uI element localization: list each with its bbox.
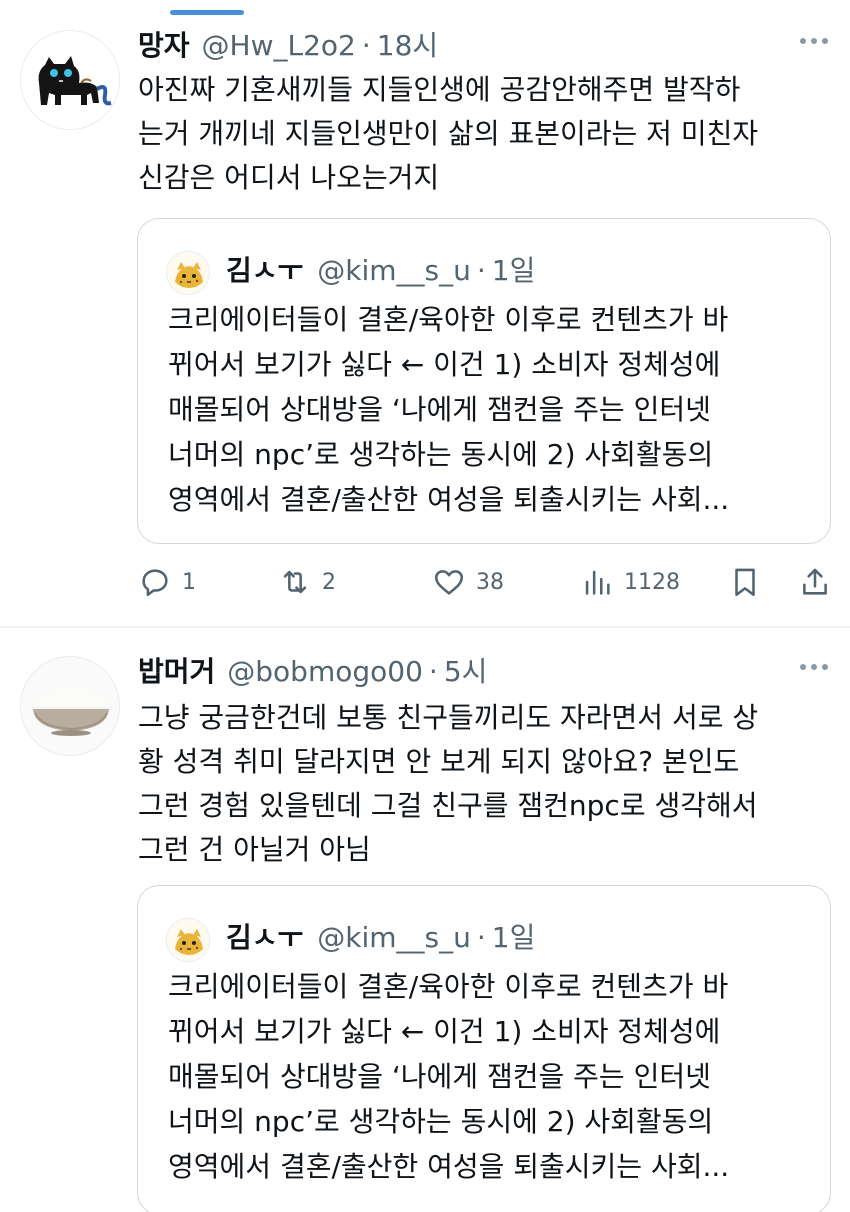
- share-icon: [803, 568, 827, 595]
- reply-icon: [142, 569, 168, 597]
- avatar[interactable]: [20, 30, 120, 130]
- tweet-text: 그냥 궁금한건데 보통 친구들끼리도 자라면서 서로 상 황 성격 취미 달라지…: [138, 696, 830, 872]
- text-line: 매몰되어 상대방을 ‘나에게 잼컨을 주는 인터넷: [168, 393, 711, 426]
- text-line: 는거 개끼네 지들인생만이 삶의 표본이라는 저 미친자: [138, 117, 759, 150]
- quoted-tweet[interactable]: 김ㅅㅜ @kim__s_u · 1일 크리에이터들이 결혼/육아한 이후로 컨텐…: [137, 218, 831, 544]
- quoted-author-name: 김ㅅㅜ: [226, 921, 304, 954]
- tweet-text: 아진짜 기혼새끼들 지들인생에 공감안해주면 발작하 는거 개끼네 지들인생만이…: [138, 68, 830, 200]
- separator-dot: ·: [476, 921, 486, 954]
- views-count: 1128: [624, 569, 680, 595]
- bookmark-icon: [735, 568, 755, 597]
- quoted-author-handle: @kim__s_u: [317, 921, 471, 954]
- avatar[interactable]: [20, 656, 120, 756]
- quoted-header: 김ㅅㅜ @kim__s_u · 1일: [226, 916, 535, 956]
- heart-icon: [434, 570, 464, 595]
- text-line: 매몰되어 상대방을 ‘나에게 잼컨을 주는 인터넷: [168, 1060, 711, 1093]
- action-bar: 1 2 38 1128: [138, 560, 832, 604]
- text-line: 신감은 어디서 나오는거지: [138, 161, 440, 194]
- text-line: 황 성격 취미 달라지면 안 보게 되지 않아요? 본인도: [138, 745, 740, 778]
- more-icon[interactable]: [800, 38, 828, 44]
- quoted-author-name: 김ㅅㅜ: [226, 254, 304, 287]
- rice-bowl-avatar-icon: [21, 657, 119, 755]
- text-line: 그런 건 아닐거 아님: [138, 833, 371, 866]
- author-name[interactable]: 망자: [138, 24, 190, 64]
- quoted-timestamp: 1일: [491, 254, 536, 287]
- text-line: 뀌어서 보기가 싫다 ← 이건 1) 소비자 정체성에: [168, 348, 721, 381]
- author-handle[interactable]: @bobmogo00: [227, 655, 423, 688]
- quoted-text: 크리에이터들이 결혼/육아한 이후로 컨텐츠가 바 뀌어서 보기가 싫다 ← 이…: [168, 297, 808, 522]
- author-name[interactable]: 밥머거: [138, 650, 215, 690]
- text-line: 그런 경험 있을텐데 그걸 친구를 잼컨npc로 생각해서: [138, 789, 758, 822]
- retweet-count: 2: [322, 569, 336, 595]
- tweet[interactable]: 밥머거 @bobmogo00 · 5시 그냥 궁금한건데 보통 친구들끼리도 자…: [0, 628, 850, 1212]
- text-line: 뀌어서 보기가 싫다 ← 이건 1) 소비자 정체성에: [168, 1015, 721, 1048]
- quoted-avatar: [166, 918, 210, 962]
- quoted-text: 크리에이터들이 결혼/육아한 이후로 컨텐츠가 바 뀌어서 보기가 싫다 ← 이…: [168, 964, 808, 1189]
- bookmark-button[interactable]: [728, 560, 762, 604]
- text-line: 아진짜 기혼새끼들 지들인생에 공감안해주면 발작하: [138, 73, 741, 106]
- quoted-tweet[interactable]: 김ㅅㅜ @kim__s_u · 1일 크리에이터들이 결혼/육아한 이후로 컨텐…: [137, 885, 831, 1212]
- reply-button[interactable]: 1: [138, 560, 196, 604]
- tweet-header: 밥머거 @bobmogo00 · 5시: [138, 650, 830, 690]
- reply-count: 1: [182, 569, 196, 595]
- more-icon[interactable]: [800, 664, 828, 670]
- quoted-avatar: [166, 251, 210, 295]
- separator-dot: ·: [361, 29, 371, 62]
- quoted-author-handle: @kim__s_u: [317, 254, 471, 287]
- share-button[interactable]: [798, 560, 832, 604]
- tweet[interactable]: 망자 @Hw_L2o2 · 18시 아진짜 기혼새끼들 지들인생에 공감안해주면…: [0, 0, 850, 626]
- cheetah-avatar-icon: [167, 919, 209, 961]
- text-line: 너머의 npc’로 생각하는 동시에 2) 사회활동의: [168, 1105, 714, 1138]
- separator-dot: ·: [476, 254, 486, 287]
- views-button[interactable]: 1128: [580, 560, 680, 604]
- quoted-timestamp: 1일: [491, 921, 536, 954]
- text-line: 영역에서 결혼/출산한 여성을 퇴출시키는 사회...: [168, 483, 730, 516]
- timestamp[interactable]: 5시: [444, 650, 488, 690]
- cheetah-avatar-icon: [167, 252, 209, 294]
- text-line: 그냥 궁금한건데 보통 친구들끼리도 자라면서 서로 상: [138, 701, 759, 734]
- text-line: 크리에이터들이 결혼/육아한 이후로 컨텐츠가 바: [168, 970, 729, 1003]
- retweet-button[interactable]: 2: [278, 560, 336, 604]
- quoted-header: 김ㅅㅜ @kim__s_u · 1일: [226, 249, 535, 289]
- text-line: 크리에이터들이 결혼/육아한 이후로 컨텐츠가 바: [168, 303, 729, 336]
- separator-dot: ·: [428, 655, 438, 688]
- views-icon: [585, 570, 610, 595]
- tweet-header: 망자 @Hw_L2o2 · 18시: [138, 24, 830, 64]
- retweet-icon: [283, 570, 307, 594]
- like-count: 38: [476, 569, 504, 595]
- cat-avatar-icon: [21, 31, 119, 129]
- author-handle[interactable]: @Hw_L2o2: [202, 29, 356, 62]
- like-button[interactable]: 38: [432, 560, 504, 604]
- text-line: 영역에서 결혼/출산한 여성을 퇴출시키는 사회...: [168, 1150, 730, 1183]
- timestamp[interactable]: 18시: [377, 24, 438, 64]
- text-line: 너머의 npc’로 생각하는 동시에 2) 사회활동의: [168, 438, 714, 471]
